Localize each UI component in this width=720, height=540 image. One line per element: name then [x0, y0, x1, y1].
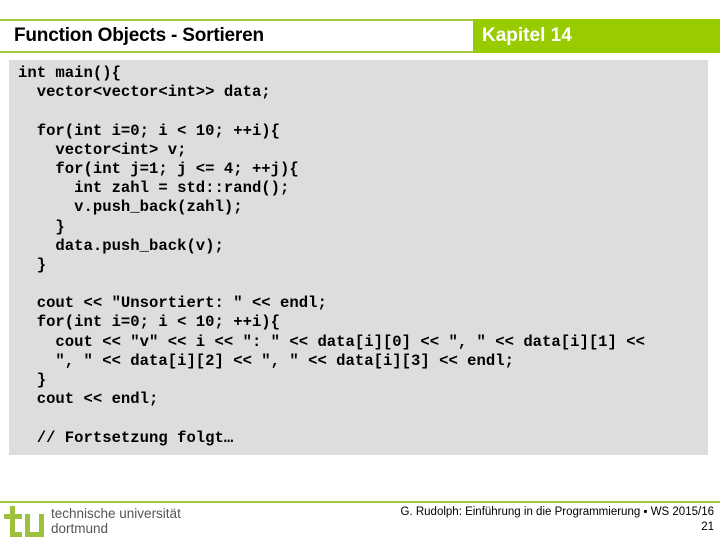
code-line: for(int i=0; i < 10; ++i){	[18, 313, 281, 332]
code-line: ", " << data[i][2] << ", " << data[i][3]…	[18, 351, 514, 370]
code-line: int main(){	[18, 64, 121, 82]
university-name-line1: technische universität	[51, 506, 181, 521]
code-line: vector<vector<int>> data;	[18, 83, 271, 102]
chapter-section: Kapitel 14	[473, 19, 720, 53]
code-line: cout << "Unsortiert: " << endl;	[18, 294, 327, 313]
code-line: }	[18, 217, 65, 236]
slide-title: Function Objects - Sortieren	[14, 25, 264, 46]
code-line: }	[18, 371, 47, 389]
chapter-label: Kapitel 14	[482, 25, 572, 46]
university-name: technische universität dortmund	[51, 506, 181, 536]
title-section: Function Objects - Sortieren	[0, 19, 473, 53]
code-line: cout << endl;	[18, 390, 159, 409]
code-line: for(int j=1; j <= 4; ++j){	[18, 159, 299, 178]
tu-logo-icon	[4, 506, 44, 537]
course-credit: G. Rudolph: Einführung in die Programmie…	[400, 506, 714, 518]
code-line: int zahl = std::rand();	[18, 179, 290, 198]
footer-credit: G. Rudolph: Einführung in die Programmie…	[401, 505, 714, 535]
page-number: 21	[701, 521, 714, 533]
code-line: v.push_back(zahl);	[18, 198, 243, 217]
code-line: // Fortsetzung folgt…	[18, 428, 234, 447]
code-line: vector<int> v;	[18, 140, 187, 159]
code-line: }	[18, 255, 47, 274]
university-name-line2: dortmund	[51, 521, 109, 536]
code-line: for(int i=0; i < 10; ++i){	[18, 121, 281, 140]
footer-divider	[0, 501, 720, 503]
code-line: data.push_back(v);	[18, 236, 224, 255]
code-listing: int main(){ vector<vector<int>> data; fo…	[18, 64, 645, 448]
code-line: cout << "v" << i << ": " << data[i][0] <…	[18, 332, 645, 351]
code-block: int main(){ vector<vector<int>> data; fo…	[9, 60, 708, 455]
title-bar: Function Objects - Sortieren Kapitel 14	[0, 19, 720, 53]
